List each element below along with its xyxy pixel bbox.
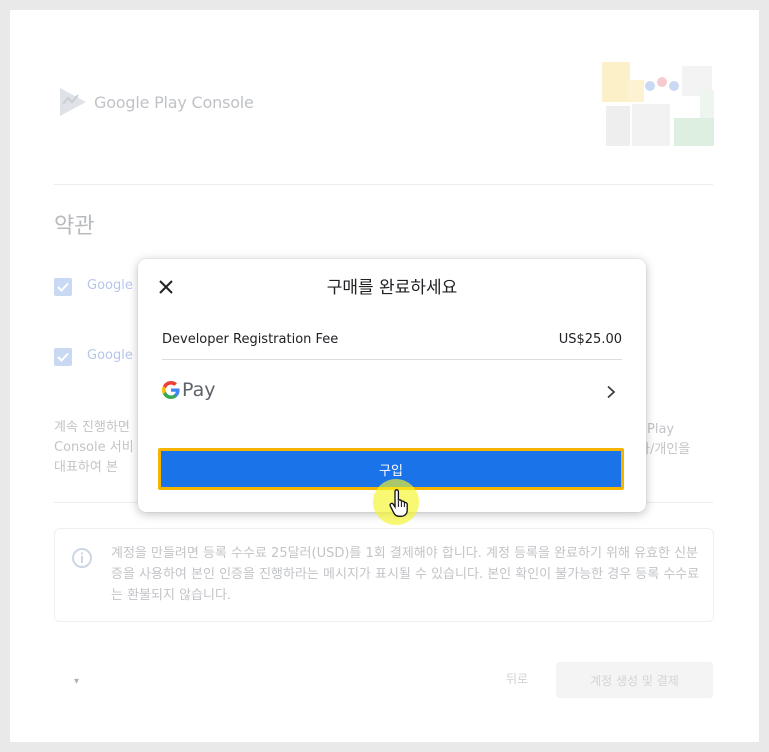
terms-paragraph-line-3: 대표하여 본 — [54, 460, 118, 475]
buy-button-label: 구입 — [379, 463, 403, 479]
terms-checkbox-1-label: Google — [87, 278, 133, 293]
fee-item-amount: US$25.00 — [558, 332, 622, 347]
play-console-logo: Google Play Console — [58, 86, 254, 118]
back-button[interactable]: 뒤로 — [506, 670, 528, 687]
payment-method-selector[interactable]: Pay — [162, 377, 622, 409]
fee-info-text: 계정을 만들려면 등록 수수료 25달러(USD)를 1회 결제해야 합니다. … — [111, 546, 700, 603]
terms-checkbox-1[interactable] — [54, 278, 72, 296]
dropdown-caret-icon: ▾ — [74, 676, 80, 687]
create-account-pay-label: 계정 생성 및 결제 — [590, 673, 679, 688]
fee-item-label: Developer Registration Fee — [162, 332, 339, 347]
terms-checkbox-2[interactable] — [54, 348, 72, 366]
dialog-title: 구매를 완료하세요 — [326, 278, 458, 298]
purchase-dialog: 구매를 완료하세요 Developer Registration Fee US$… — [138, 259, 646, 512]
fee-divider — [162, 359, 622, 360]
brand-name: Google Play Console — [94, 92, 254, 112]
create-account-pay-button[interactable]: 계정 생성 및 결제 — [556, 662, 713, 698]
info-icon — [72, 548, 92, 568]
checkbox-checked-icon — [57, 282, 69, 292]
terms-paragraph-line-2: Console 서비 — [54, 440, 134, 455]
play-console-logo-icon — [60, 88, 86, 116]
terms-paragraph-right-1: Play — [647, 422, 675, 437]
hero-illustration — [602, 62, 714, 146]
terms-checkbox-2-label: Google — [87, 348, 133, 363]
fee-info-box: 계정을 만들려면 등록 수수료 25달러(USD)를 1회 결제해야 합니다. … — [54, 528, 714, 622]
hand-pointer-icon — [389, 489, 408, 517]
terms-paragraph-line-1: 계속 진행하면 — [54, 420, 130, 435]
google-g-icon — [162, 381, 180, 399]
payment-method-label: Pay — [182, 379, 216, 401]
chevron-right-icon — [607, 385, 616, 399]
terms-heading: 약관 — [54, 214, 95, 239]
fee-line-item: Developer Registration Fee US$25.00 — [162, 332, 622, 352]
header-divider — [54, 184, 713, 185]
google-pay-logo: Pay — [162, 379, 216, 401]
checkbox-checked-icon — [57, 352, 69, 362]
